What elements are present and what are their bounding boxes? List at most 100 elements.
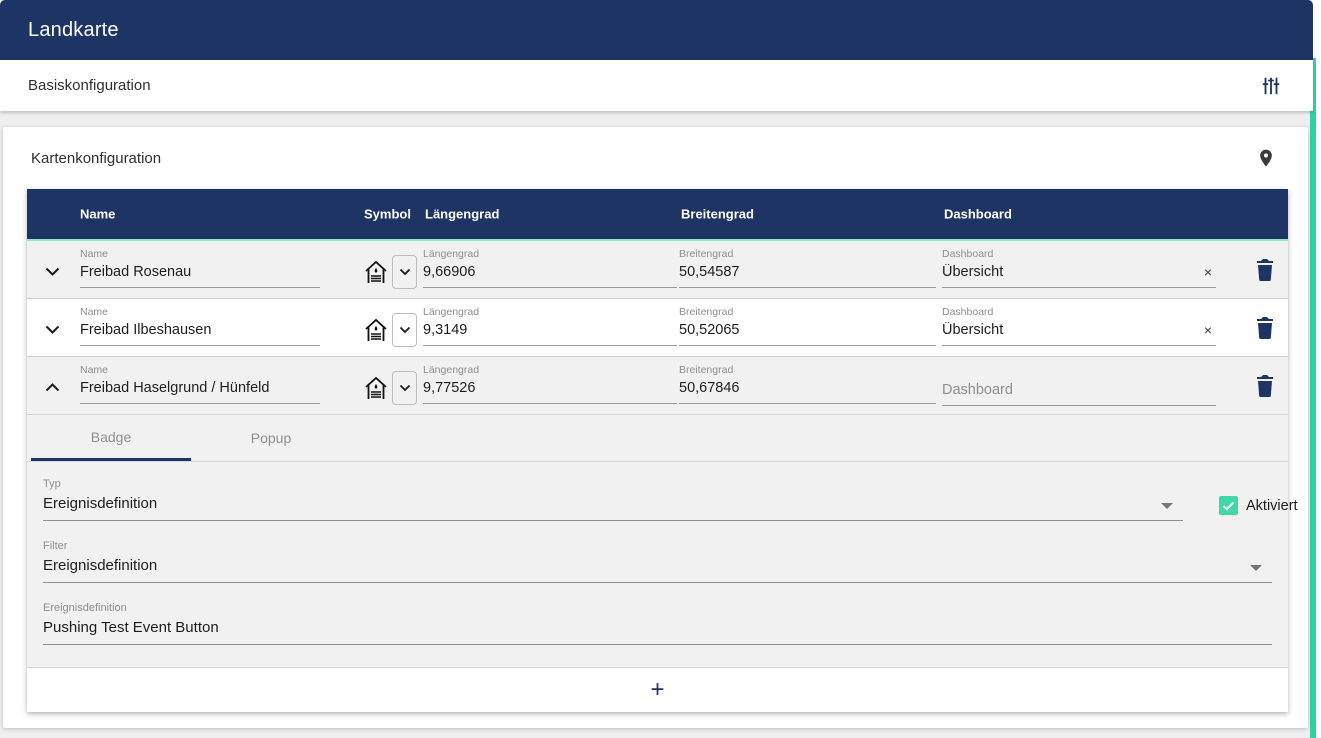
name-field-value[interactable]: Freibad Rosenau: [80, 264, 320, 288]
delete-row-button[interactable]: [1251, 314, 1279, 342]
name-field-label: Name: [80, 306, 320, 318]
breitengrad-field-label: Breitengrad: [679, 248, 936, 260]
column-header-symbol: Symbol: [364, 207, 411, 222]
typ-value[interactable]: Ereignisdefinition: [43, 495, 1183, 521]
chevron-down-icon: [399, 326, 411, 334]
symbol-picker[interactable]: [363, 371, 417, 405]
symbol-dropdown-button[interactable]: [392, 371, 417, 405]
breitengrad-field-value[interactable]: 50,52065: [679, 322, 936, 346]
dropdown-arrow-icon[interactable]: [1250, 565, 1262, 571]
symbol-picker[interactable]: [363, 313, 417, 347]
aktiviert-checkbox-row[interactable]: Aktiviert: [1219, 496, 1298, 515]
basiskonfiguration-title: Basiskonfiguration: [28, 77, 1255, 94]
tab-popup[interactable]: Popup: [191, 415, 351, 461]
add-row-button[interactable]: +: [27, 668, 1288, 712]
section-basiskonfiguration: Basiskonfiguration: [0, 60, 1313, 111]
aktiviert-label: Aktiviert: [1246, 498, 1298, 514]
breitengrad-field[interactable]: Breitengrad 50,54587: [679, 248, 936, 288]
breitengrad-field-label: Breitengrad: [679, 306, 936, 318]
name-field[interactable]: Name Freibad Haselgrund / Hünfeld: [80, 364, 320, 404]
pool-house-icon: [363, 375, 389, 402]
laengengrad-field-label: Längengrad: [423, 306, 677, 318]
pool-house-icon: [363, 259, 389, 286]
chevron-up-icon: [45, 383, 60, 392]
check-icon: [1222, 501, 1235, 511]
name-field[interactable]: Name Freibad Ilbeshausen: [80, 306, 320, 346]
kartenkonfiguration-card: Kartenkonfiguration Name Symbol Längengr…: [3, 127, 1308, 728]
dashboard-field-placeholder[interactable]: Dashboard: [942, 382, 1216, 406]
chevron-down-icon: [45, 325, 60, 334]
dashboard-field[interactable]: Dashboard Übersicht×: [942, 306, 1216, 346]
trash-icon: [1255, 317, 1275, 339]
name-field-value[interactable]: Freibad Haselgrund / Hünfeld: [80, 380, 320, 404]
symbol-picker[interactable]: [363, 255, 417, 289]
column-header-dashboard: Dashboard: [944, 207, 1012, 222]
chevron-down-icon: [399, 384, 411, 392]
name-field[interactable]: Name Freibad Rosenau: [80, 248, 320, 288]
trash-icon: [1255, 375, 1275, 397]
chevron-down-icon: [45, 267, 60, 276]
expand-row-button[interactable]: [35, 254, 69, 288]
delete-row-button[interactable]: [1251, 256, 1279, 284]
breitengrad-field-label: Breitengrad: [679, 364, 936, 376]
laengengrad-field[interactable]: Längengrad 9,3149: [423, 306, 677, 346]
map-points-table: Name Symbol Längengrad Breitengrad Dashb…: [27, 189, 1288, 712]
vertical-scrollbar[interactable]: [1310, 58, 1316, 738]
app-header: Landkarte: [0, 0, 1313, 60]
symbol-dropdown-button[interactable]: [392, 313, 417, 347]
trash-icon: [1255, 259, 1275, 281]
clear-dashboard-icon[interactable]: ×: [1204, 322, 1212, 338]
card-title-row: Kartenkonfiguration: [3, 127, 1308, 189]
plus-icon: +: [650, 678, 664, 702]
name-field-label: Name: [80, 248, 320, 260]
name-field-label: Name: [80, 364, 320, 376]
ereignisdefinition-label: Ereignisdefinition: [43, 602, 1272, 614]
dashboard-field-label: Dashboard: [942, 306, 1216, 318]
column-header-breitengrad: Breitengrad: [681, 207, 754, 222]
table-row: Name Freibad Haselgrund / Hünfeld Längen…: [27, 357, 1288, 415]
typ-label: Typ: [43, 478, 1183, 490]
dashboard-field-value[interactable]: Übersicht×: [942, 322, 1216, 346]
symbol-dropdown-button[interactable]: [392, 255, 417, 289]
dashboard-field[interactable]: Dashboard: [942, 364, 1216, 406]
kartenkonfiguration-title: Kartenkonfiguration: [31, 150, 1250, 167]
laengengrad-field-label: Längengrad: [423, 248, 677, 260]
table-header: Name Symbol Längengrad Breitengrad Dashb…: [27, 189, 1288, 241]
filter-value[interactable]: Ereignisdefinition: [43, 557, 1272, 583]
laengengrad-field[interactable]: Längengrad 9,66906: [423, 248, 677, 288]
laengengrad-field-label: Längengrad: [423, 364, 677, 376]
dropdown-arrow-icon[interactable]: [1161, 503, 1173, 509]
collapse-row-button[interactable]: [35, 370, 69, 404]
aktiviert-checkbox[interactable]: [1219, 496, 1238, 515]
dashboard-field[interactable]: Dashboard Übersicht×: [942, 248, 1216, 288]
column-header-name: Name: [80, 207, 115, 222]
map-pin-icon[interactable]: [1250, 142, 1282, 174]
page-title: Landkarte: [28, 19, 119, 42]
dashboard-field-value[interactable]: Übersicht×: [942, 264, 1216, 288]
table-row: Name Freibad Rosenau Längengrad 9,66906: [27, 241, 1288, 299]
breitengrad-field[interactable]: Breitengrad 50,67846: [679, 364, 936, 404]
delete-row-button[interactable]: [1251, 372, 1279, 400]
filter-select[interactable]: Filter Ereignisdefinition: [43, 540, 1272, 583]
typ-select[interactable]: Typ Ereignisdefinition Aktiviert: [43, 478, 1183, 521]
laengengrad-field[interactable]: Längengrad 9,77526: [423, 364, 677, 404]
breitengrad-field-value[interactable]: 50,67846: [679, 380, 936, 404]
clear-dashboard-icon[interactable]: ×: [1204, 264, 1212, 280]
breitengrad-field-value[interactable]: 50,54587: [679, 264, 936, 288]
badge-tab-content: Typ Ereignisdefinition Aktiviert Filter …: [27, 462, 1288, 667]
breitengrad-field[interactable]: Breitengrad 50,52065: [679, 306, 936, 346]
name-field-value[interactable]: Freibad Ilbeshausen: [80, 322, 320, 346]
laengengrad-field-value[interactable]: 9,66906: [423, 264, 677, 288]
ereignisdefinition-value[interactable]: Pushing Test Event Button: [43, 619, 1272, 645]
laengengrad-field-value[interactable]: 9,3149: [423, 322, 677, 346]
tab-badge[interactable]: Badge: [31, 415, 191, 461]
tune-vertical-icon[interactable]: [1255, 70, 1287, 102]
row-detail-panel: Badge Popup Typ Ereignisdefinition Aktiv…: [27, 415, 1288, 668]
ereignisdefinition-field[interactable]: Ereignisdefinition Pushing Test Event Bu…: [43, 602, 1272, 645]
expand-row-button[interactable]: [35, 312, 69, 346]
laengengrad-field-value[interactable]: 9,77526: [423, 380, 677, 404]
dashboard-field-label: Dashboard: [942, 248, 1216, 260]
filter-label: Filter: [43, 540, 1272, 552]
detail-tabs: Badge Popup: [27, 415, 1288, 461]
chevron-down-icon: [399, 268, 411, 276]
